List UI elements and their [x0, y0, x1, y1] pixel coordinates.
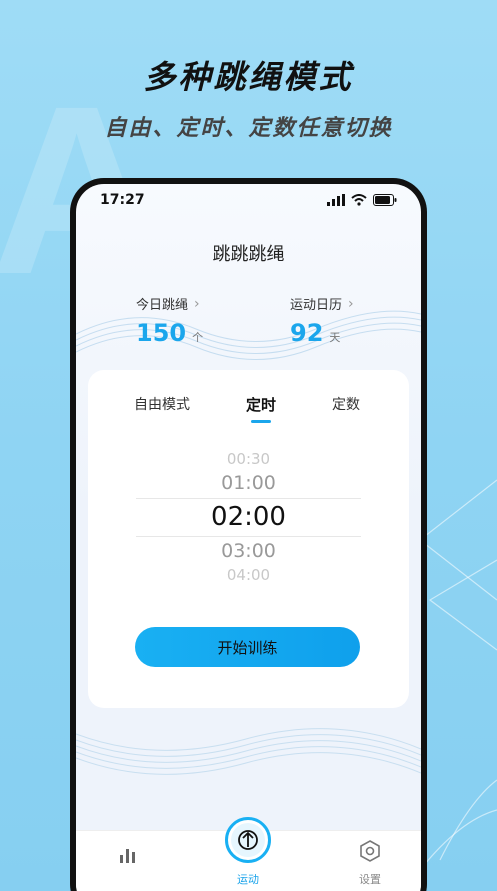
phone-frame: 17:27 跳跳跳绳 今日跳绳 › 150 个 运动日历 › 92 天 自由模式…: [70, 178, 427, 891]
picker-divider: [136, 536, 361, 537]
picker-divider: [136, 498, 361, 499]
stat-today-label: 今日跳绳: [136, 298, 189, 313]
tab-timed[interactable]: 定时: [246, 394, 276, 423]
promo-subtitle: 自由、定时、定数任意切换: [104, 116, 393, 141]
status-icons: [327, 194, 397, 206]
stat-today-value: 150: [136, 319, 187, 347]
promo-title: 多种跳绳模式: [143, 58, 354, 96]
status-time: 17:27: [100, 192, 145, 208]
app-screen: 17:27 跳跳跳绳 今日跳绳 › 150 个 运动日历 › 92 天 自由模式…: [76, 184, 421, 891]
picker-option[interactable]: 03:00: [136, 540, 361, 562]
wifi-icon: [351, 194, 367, 206]
tab-free-mode[interactable]: 自由模式: [134, 394, 190, 414]
status-bar: 17:27: [76, 184, 421, 216]
tabbar-item-stats[interactable]: [88, 843, 168, 873]
stat-calendar-unit: 天: [329, 331, 341, 344]
stat-calendar-value: 92: [290, 319, 324, 347]
stats-icon: [120, 849, 135, 863]
stat-today[interactable]: 今日跳绳 › 150 个: [136, 294, 204, 348]
settings-icon: [360, 840, 380, 862]
tabbar-item-label: 设置: [359, 873, 381, 886]
stat-calendar-label: 运动日历: [290, 298, 343, 313]
start-training-button[interactable]: 开始训练: [135, 627, 360, 667]
tab-count[interactable]: 定数: [332, 394, 360, 414]
app-title: 跳跳跳绳: [212, 244, 285, 265]
picker-option[interactable]: 01:00: [136, 472, 361, 494]
tab-active-indicator: [251, 420, 271, 423]
picker-option[interactable]: 00:30: [136, 450, 361, 468]
tabbar-item-label: 运动: [237, 873, 259, 886]
wave-decoration-top: [76, 310, 421, 360]
tabbar-item-sport[interactable]: 运动: [208, 817, 288, 887]
picker-selected-option[interactable]: 02:00: [136, 502, 361, 532]
battery-icon: [373, 194, 397, 206]
signal-icon: [327, 194, 345, 206]
tabbar-item-settings[interactable]: 设置: [330, 839, 410, 887]
stat-today-unit: 个: [192, 331, 204, 344]
chevron-right-icon: ›: [348, 295, 354, 312]
sport-button[interactable]: [225, 817, 271, 863]
mode-tabs: 自由模式 定时 定数: [88, 394, 409, 424]
wave-decoration-bottom: [76, 728, 421, 775]
time-picker[interactable]: 00:30 01:00 02:00 03:00 04:00: [136, 450, 361, 584]
chevron-right-icon: ›: [194, 295, 200, 312]
stat-calendar[interactable]: 运动日历 › 92 天: [290, 294, 354, 348]
picker-option[interactable]: 04:00: [136, 566, 361, 584]
bottom-tabbar: 运动 设置: [76, 817, 421, 891]
sport-icon: [238, 830, 258, 850]
mode-card: 自由模式 定时 定数 00:30 01:00 02:00 03:00 04:00…: [88, 370, 409, 708]
